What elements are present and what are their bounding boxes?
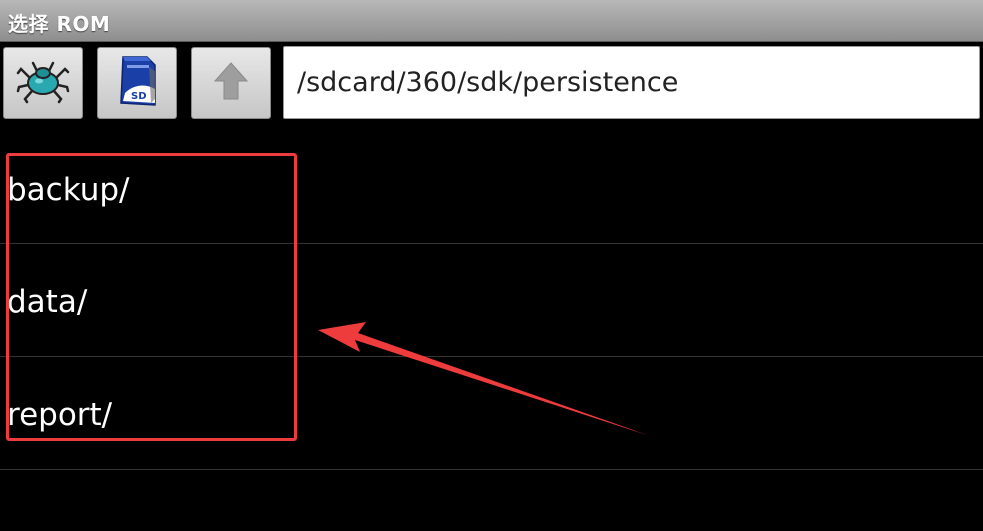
sd-card-button[interactable]: SD bbox=[97, 47, 177, 119]
svg-text:SD: SD bbox=[131, 91, 147, 102]
list-item[interactable]: backup/ bbox=[0, 131, 983, 244]
list-item-label: backup/ bbox=[7, 172, 130, 208]
up-directory-button[interactable] bbox=[191, 47, 271, 119]
path-text: /sdcard/360/sdk/persistence bbox=[297, 67, 679, 98]
path-field[interactable]: /sdcard/360/sdk/persistence bbox=[283, 46, 980, 119]
list-item[interactable]: data/ bbox=[0, 244, 983, 357]
window-title: 选择 ROM bbox=[8, 12, 111, 36]
bug-icon bbox=[15, 57, 71, 109]
list-item[interactable]: report/ bbox=[0, 357, 983, 470]
list-item-label: data/ bbox=[7, 284, 88, 320]
up-arrow-icon bbox=[211, 59, 251, 107]
bug-button[interactable] bbox=[3, 47, 83, 119]
list-item-label: report/ bbox=[7, 397, 113, 433]
title-bar: 选择 ROM bbox=[0, 0, 983, 42]
sd-card-icon: SD bbox=[115, 53, 159, 113]
